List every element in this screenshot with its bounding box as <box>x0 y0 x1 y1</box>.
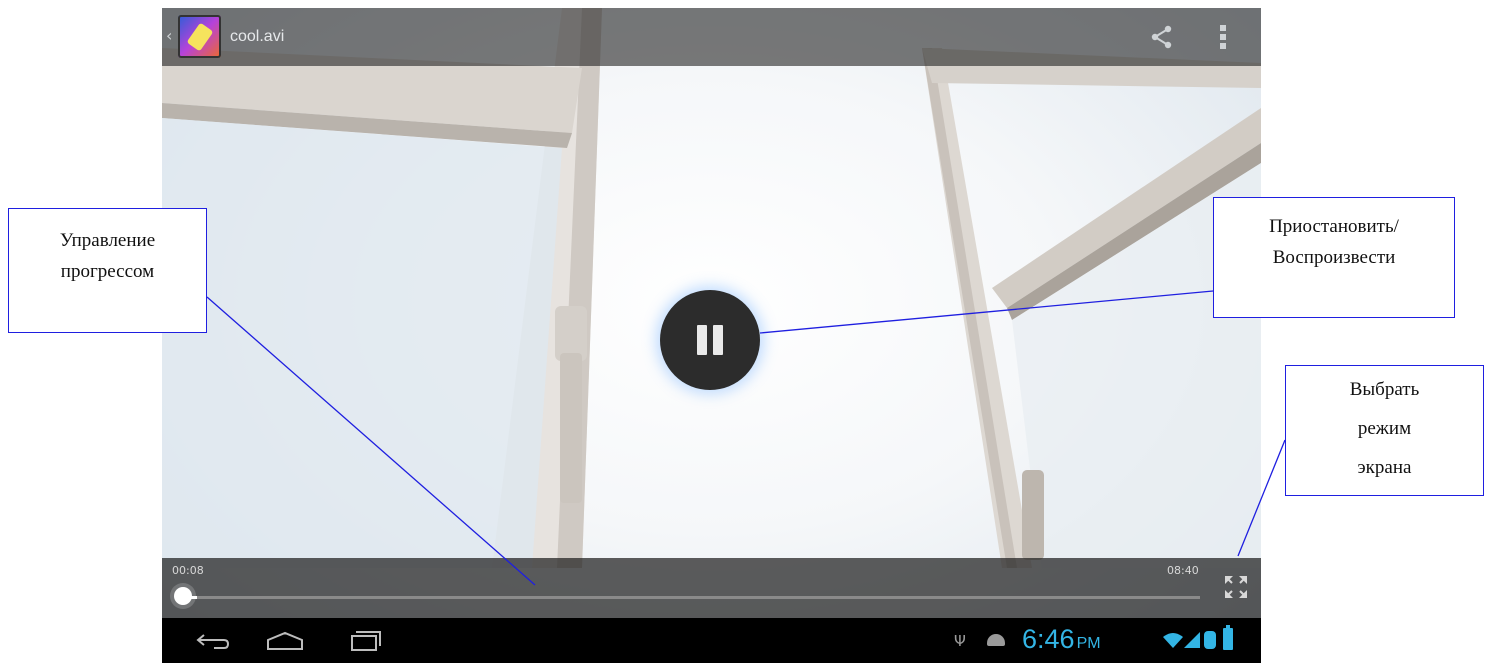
callout-progress-control: Управление прогрессом <box>8 208 207 333</box>
callout-text: Воспроизвести <box>1272 247 1396 268</box>
callout-text: прогрессом <box>60 261 155 282</box>
leader-screen <box>1237 439 1286 557</box>
leader-pause <box>759 290 1214 334</box>
callout-leader-lines <box>206 290 1286 586</box>
callout-text: экрана <box>1357 457 1412 478</box>
callout-text: Приостановить/ <box>1269 216 1399 237</box>
callout-text: Выбрать <box>1349 379 1420 400</box>
callout-screen-mode: Выбрать режим экрана <box>1285 365 1484 496</box>
callout-pause-play: Приостановить/ Воспроизвести <box>1213 197 1455 318</box>
leader-progress <box>206 296 536 586</box>
callout-text: режим <box>1357 418 1412 439</box>
callout-text: Управление <box>59 230 156 251</box>
